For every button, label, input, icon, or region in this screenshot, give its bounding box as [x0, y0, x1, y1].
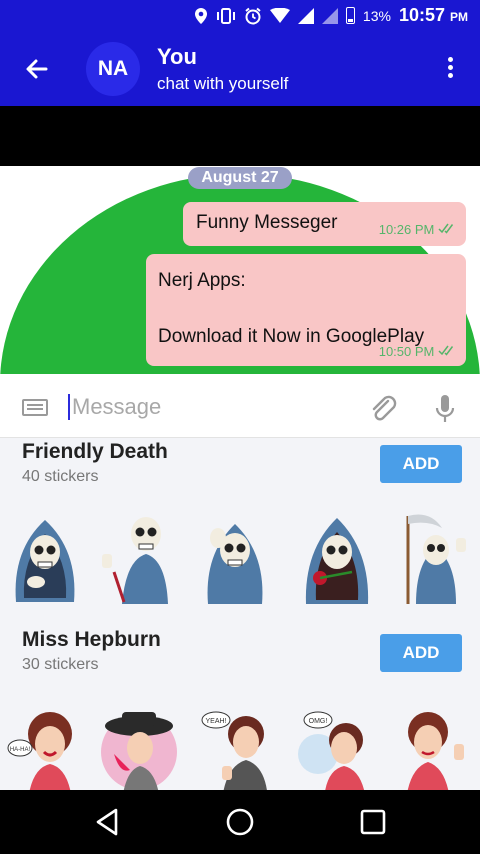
header-divider-band [0, 106, 480, 166]
alarm-icon [245, 7, 261, 24]
sticker-hepburn-yeah[interactable]: YEAH! [198, 704, 276, 790]
sticker-row: HA-HA! YEAH! OMG! [0, 704, 480, 790]
voice-record-button[interactable] [428, 392, 462, 426]
status-bar: 13% 10:57 PM [0, 0, 480, 32]
vibrate-icon [216, 7, 235, 24]
back-button[interactable] [20, 52, 54, 86]
sticker-skeleton-rose[interactable] [298, 510, 376, 606]
paperclip-icon [372, 395, 397, 421]
sticker-caption: YEAH! [205, 718, 226, 725]
sticker-skeleton-facepalm[interactable] [196, 510, 274, 606]
overflow-menu-button[interactable] [438, 54, 462, 84]
system-nav-bar [0, 790, 480, 854]
sticker-pack-count: 30 stickers [22, 656, 99, 673]
sticker-caption: HA-HA! [10, 747, 31, 753]
message-input[interactable] [72, 390, 352, 424]
composer [0, 374, 480, 438]
add-sticker-pack-button[interactable]: ADD [380, 445, 462, 483]
sticker-caption: OMG! [309, 718, 328, 725]
date-chip: August 27 [188, 167, 292, 189]
clock: 10:57 PM [398, 5, 468, 25]
avatar[interactable]: NA [86, 42, 140, 96]
message-bubble[interactable]: Nerj Apps: Download it Now in GooglePlay… [146, 254, 466, 366]
wifi-icon [269, 7, 290, 23]
message-meta: 10:26 PM [379, 222, 456, 237]
sticker-hepburn-omg[interactable]: OMG! [296, 704, 374, 790]
message-meta: 10:50 PM [379, 344, 456, 359]
sticker-panel[interactable]: Friendly Death 40 stickers ADD Miss Hepb… [0, 438, 480, 790]
double-check-icon [438, 223, 454, 234]
location-icon [194, 7, 207, 24]
sticker-skeleton-thumbs-up[interactable] [96, 510, 174, 606]
sticker-pack-title: Friendly Death [22, 440, 168, 463]
nav-home-icon[interactable] [224, 806, 256, 838]
chat-header: NA You chat with yourself [0, 32, 480, 106]
double-check-icon [438, 345, 454, 356]
message-time: 10:26 PM [378, 222, 435, 237]
microphone-icon [435, 395, 455, 422]
message-list[interactable]: August 27 Funny Messeger 10:26 PM Nerj A… [0, 166, 480, 374]
arrow-left-icon [26, 59, 48, 79]
nav-recents-icon[interactable] [357, 806, 389, 838]
sticker-skeleton-reaper[interactable] [6, 510, 84, 606]
add-sticker-pack-button[interactable]: ADD [380, 634, 462, 672]
battery-percent: 13% [362, 7, 391, 24]
sticker-skeleton-scythe[interactable] [390, 510, 468, 606]
keyboard-icon[interactable] [22, 399, 48, 416]
text-caret [68, 394, 70, 420]
sticker-hepburn-waving[interactable] [394, 704, 472, 790]
message-bubble[interactable]: Funny Messeger 10:26 PM [183, 202, 466, 246]
battery-icon [345, 7, 355, 24]
cell-signal-icon [297, 7, 314, 24]
more-vertical-icon [438, 57, 462, 78]
sticker-pack-title: Miss Hepburn [22, 628, 161, 651]
nav-back-icon[interactable] [92, 806, 124, 838]
sticker-row [0, 510, 480, 610]
chat-subtitle: chat with yourself [157, 74, 289, 93]
attach-button[interactable] [366, 392, 400, 426]
message-text: Funny Messeger [196, 212, 338, 233]
sticker-hepburn-hat[interactable] [100, 704, 178, 790]
message-time: 10:50 PM [378, 344, 435, 359]
sticker-hepburn-laughing[interactable]: HA-HA! [6, 704, 84, 790]
chat-title[interactable]: You [157, 44, 197, 70]
sticker-pack-count: 40 stickers [22, 468, 99, 485]
message-text-line: Nerj Apps: [158, 270, 246, 291]
cell-signal-2-icon [321, 7, 338, 24]
